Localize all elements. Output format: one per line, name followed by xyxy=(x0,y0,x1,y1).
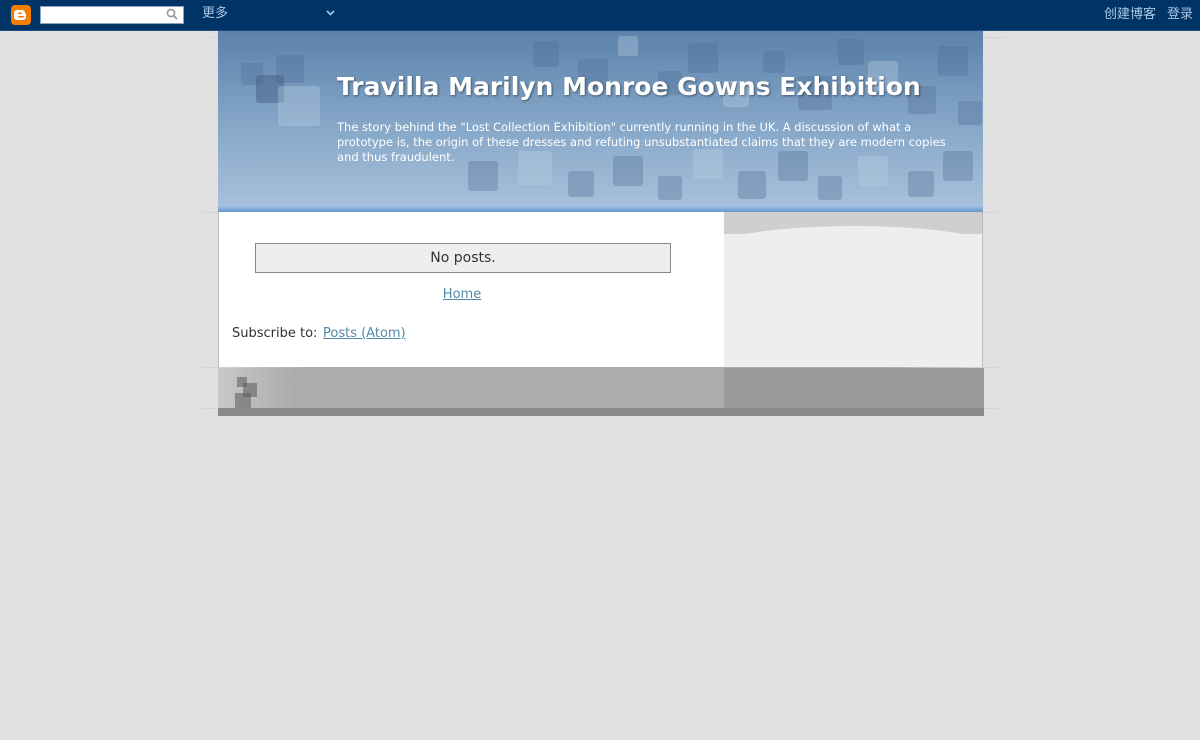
footer-left xyxy=(218,368,724,408)
footer-bottom xyxy=(218,408,984,416)
blog-title[interactable]: Travilla Marilyn Monroe Gowns Exhibition xyxy=(337,72,921,102)
status-message: No posts. xyxy=(255,243,671,273)
subscribe-posts-atom-link[interactable]: Posts (Atom) xyxy=(323,326,406,341)
home-link[interactable]: Home xyxy=(218,287,706,302)
blog-description: The story behind the "Lost Collection Ex… xyxy=(337,120,946,164)
search-input[interactable] xyxy=(40,6,184,24)
chevron-down-icon[interactable] xyxy=(326,10,335,16)
blog-header xyxy=(218,31,983,205)
more-menu-button[interactable]: 更多 xyxy=(202,6,228,22)
footer-right xyxy=(724,368,984,408)
subscribe-label: Subscribe to: xyxy=(232,326,318,341)
search-icon[interactable] xyxy=(166,8,178,20)
signin-link[interactable]: 登录 xyxy=(1167,7,1193,23)
header-divider-bar xyxy=(218,205,983,212)
sidebar xyxy=(724,212,983,367)
blogger-navbar: 更多 创建博客 登录 xyxy=(0,0,1200,31)
create-blog-link[interactable]: 创建博客 xyxy=(1104,7,1156,23)
blogger-logo-icon[interactable] xyxy=(11,5,31,25)
